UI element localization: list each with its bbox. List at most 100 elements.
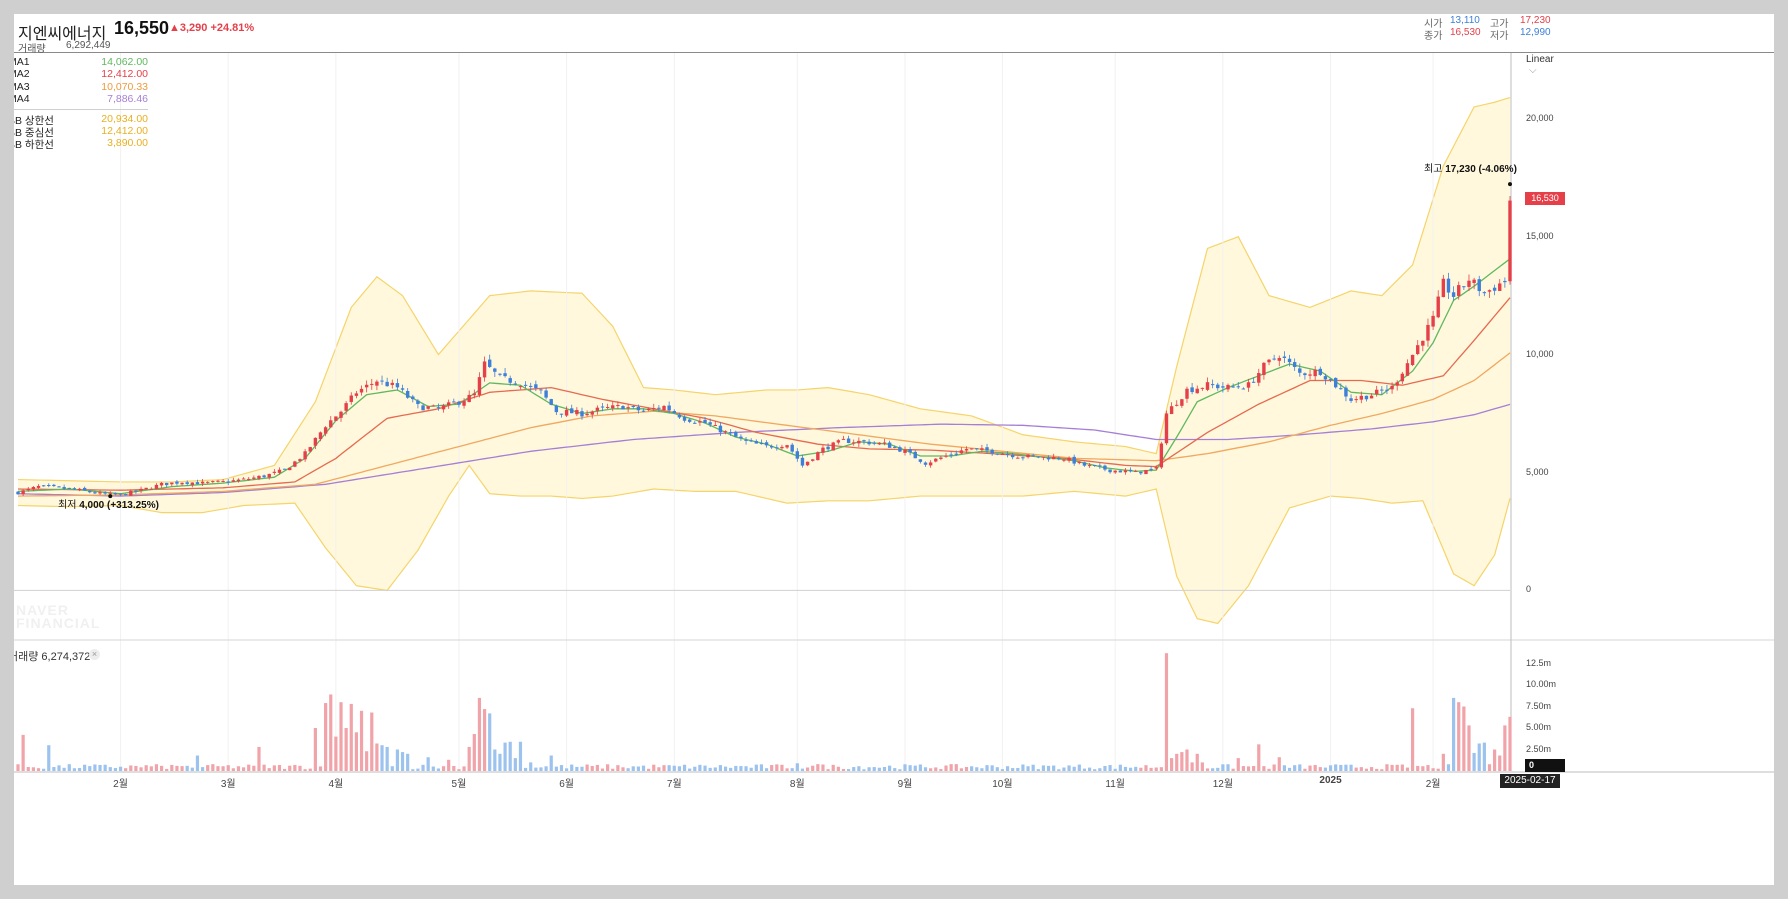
candle-body bbox=[57, 486, 61, 488]
volume-bar bbox=[523, 767, 528, 771]
candle-body bbox=[41, 485, 46, 487]
volume-bar bbox=[805, 767, 810, 771]
low-annotation: 최저 4,000 (+313.25%) bbox=[58, 496, 159, 511]
candle-body bbox=[503, 373, 507, 377]
volume-bar bbox=[375, 743, 379, 771]
volume-bar bbox=[867, 767, 871, 771]
volume-bar bbox=[1287, 767, 1292, 771]
volume-bar bbox=[1195, 753, 1199, 771]
volume-bar bbox=[472, 734, 476, 771]
candle-body bbox=[631, 406, 635, 408]
candle-body bbox=[1108, 469, 1112, 473]
chart-frame: 지엔씨에너지 16,550 ▲3,290 +24.81% 거래량 6,292,4… bbox=[14, 14, 1774, 885]
candle-body bbox=[303, 451, 307, 460]
candle-body bbox=[534, 384, 538, 389]
candle-body bbox=[1313, 369, 1317, 377]
candle-body bbox=[1395, 382, 1399, 386]
candle-body bbox=[611, 405, 615, 409]
candle-body bbox=[1072, 456, 1076, 464]
close-icon[interactable]: × bbox=[89, 649, 100, 660]
volume-bar bbox=[1031, 764, 1035, 771]
candle-body bbox=[26, 488, 30, 491]
volume-bar bbox=[1426, 765, 1430, 771]
volume-bar bbox=[580, 766, 584, 771]
volume-bar bbox=[764, 768, 769, 771]
volume-bar bbox=[1308, 765, 1312, 771]
candle-body bbox=[400, 388, 405, 390]
candle-body bbox=[821, 447, 825, 453]
volume-bar bbox=[1005, 766, 1010, 771]
candle-body bbox=[1236, 386, 1240, 388]
candle-body bbox=[482, 361, 487, 378]
volume-bar bbox=[154, 764, 159, 771]
legend-bb-middle[interactable]: BB 중심선12,412.00 bbox=[14, 125, 148, 139]
volume-bar bbox=[1462, 706, 1466, 771]
candle-body bbox=[790, 444, 794, 452]
candle-body bbox=[1328, 378, 1333, 380]
volume-bar bbox=[1000, 769, 1005, 771]
candle-body bbox=[944, 455, 948, 457]
volume-bar bbox=[647, 768, 651, 771]
candle-body bbox=[636, 406, 641, 411]
volume-bar bbox=[134, 765, 138, 771]
candle-body bbox=[1082, 462, 1087, 466]
candle-body bbox=[1005, 454, 1010, 456]
candle-body bbox=[1482, 292, 1487, 294]
volume-bar bbox=[759, 764, 764, 771]
candle-body bbox=[513, 383, 518, 385]
volume-bar bbox=[431, 766, 435, 771]
candle-body bbox=[1477, 279, 1481, 292]
volume-bar bbox=[185, 765, 189, 771]
candle-body bbox=[1251, 381, 1256, 383]
volume-bar bbox=[888, 765, 892, 771]
volume-bar bbox=[354, 732, 358, 771]
volume-bar bbox=[1467, 725, 1471, 771]
chart-canvas[interactable] bbox=[14, 14, 1774, 885]
candle-body bbox=[1103, 465, 1107, 470]
volume-bar bbox=[1364, 768, 1369, 771]
volume-bar bbox=[113, 767, 118, 771]
candle-body bbox=[1246, 382, 1251, 388]
volume-bar bbox=[1159, 767, 1163, 771]
ohlc-low-label: 저가 bbox=[1490, 31, 1509, 42]
candle-body bbox=[1195, 388, 1199, 394]
legend-ma3-value: 10,070.33 bbox=[101, 80, 148, 93]
scale-toggle-button[interactable]: Linear ⌵ bbox=[1526, 54, 1566, 76]
legend-bb-upper[interactable]: BB 상한선20,934.00 bbox=[14, 113, 148, 127]
volume-current-tag: 0 bbox=[1525, 759, 1565, 772]
legend-ma2[interactable]: MA2 12,412.00 bbox=[14, 68, 148, 80]
candle-body bbox=[164, 482, 169, 486]
volume-bar bbox=[170, 764, 174, 771]
volume-bar bbox=[175, 765, 179, 771]
volume-bar bbox=[1062, 767, 1066, 771]
candle-body bbox=[1257, 373, 1261, 383]
volume-bar bbox=[144, 765, 148, 771]
candle-body bbox=[31, 486, 36, 490]
candle-body bbox=[359, 388, 364, 393]
volume-bar bbox=[518, 741, 523, 771]
volume-bar bbox=[1175, 753, 1179, 771]
candle-body bbox=[344, 403, 348, 411]
candle-body bbox=[349, 395, 353, 402]
candle-body bbox=[1318, 368, 1322, 375]
volume-bar bbox=[1493, 749, 1497, 771]
legend-ma3[interactable]: MA3 10,070.33 bbox=[14, 81, 148, 93]
candle-body bbox=[1436, 296, 1440, 318]
price-tick-label: 20,000 bbox=[1526, 112, 1554, 123]
time-tick-label: 3월 bbox=[220, 779, 236, 790]
volume-bar bbox=[370, 712, 374, 771]
volume-bar bbox=[816, 764, 820, 771]
price-tick-label: 10,000 bbox=[1526, 348, 1554, 359]
candle-body bbox=[318, 432, 323, 440]
candle-body bbox=[416, 400, 420, 405]
volume-bar bbox=[298, 765, 302, 771]
candle-body bbox=[257, 475, 261, 479]
legend-ma2-name: MA2 bbox=[14, 68, 30, 81]
volume-bar bbox=[1457, 702, 1461, 771]
legend-bb-lower[interactable]: BB 하한선 3,890.00 bbox=[14, 137, 148, 151]
volume-tick-label: 5.00m bbox=[1526, 722, 1552, 732]
legend-ma1[interactable]: MA1 14,062.00 bbox=[14, 56, 148, 68]
high-marker bbox=[1508, 182, 1512, 187]
volume-bar bbox=[1293, 765, 1297, 771]
legend-ma4[interactable]: MA4 7,886.46 bbox=[14, 93, 148, 105]
